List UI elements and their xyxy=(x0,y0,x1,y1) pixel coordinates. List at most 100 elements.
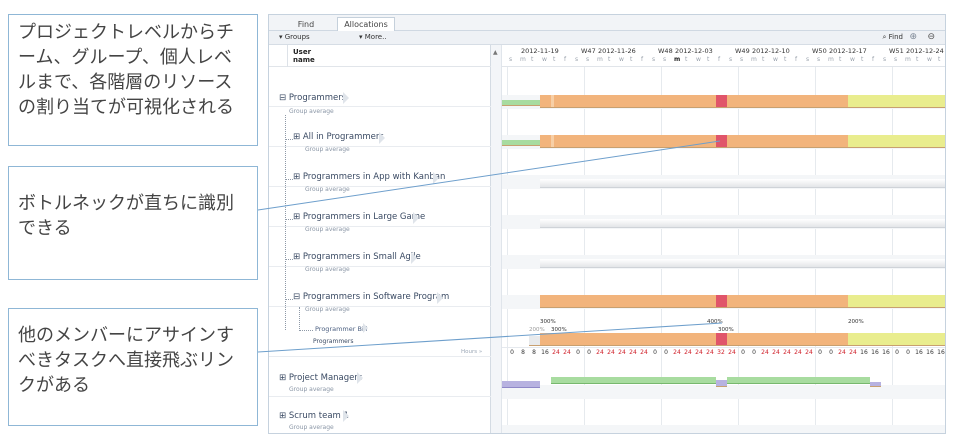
callout-bottleneck: ボトルネックが直ちに識別できる xyxy=(8,166,258,280)
tree-row-small-agile[interactable]: ⊞ Programmers in Small Agile Group avera… xyxy=(269,227,491,273)
find-button[interactable]: ⌕ Find xyxy=(883,33,904,42)
date-label: 2012-12-10 xyxy=(752,47,790,55)
zoom-out-icon[interactable]: ⊖ xyxy=(927,32,935,42)
day-letter: s xyxy=(806,56,810,63)
hours-cell: 0 xyxy=(653,349,657,356)
vertical-scrollbar[interactable]: ▲ xyxy=(491,45,502,433)
tree-row-label: ⊞ Programmers in App with Kanban xyxy=(293,172,446,182)
tab-allocations[interactable]: Allocations xyxy=(337,17,395,32)
tree-row-label: ⊞ Scrum team 1 xyxy=(279,411,349,421)
hours-cell: 24 xyxy=(629,349,637,356)
day-letter: f xyxy=(718,56,721,63)
tree-row-project-managers[interactable]: ⊞ Project Managers Group average xyxy=(269,357,491,397)
more-dropdown[interactable]: ▾ More.. xyxy=(359,33,387,41)
chevron-right-icon[interactable] xyxy=(411,252,417,264)
day-letter: t xyxy=(938,56,941,63)
hours-cell: 0 xyxy=(576,349,580,356)
hours-cell: 0 xyxy=(895,349,899,356)
tab-bar: Find Allocations xyxy=(269,15,945,32)
more-label: More.. xyxy=(364,33,387,41)
hours-cell: 16 xyxy=(882,349,890,356)
tree-row-scrum-team-1[interactable]: ⊞ Scrum team 1 Group average xyxy=(269,397,491,433)
hours-cell: 16 xyxy=(915,349,923,356)
day-letter: m xyxy=(674,56,681,63)
allocation-bar xyxy=(727,95,848,108)
empty-allocation-bar xyxy=(540,219,945,228)
chevron-right-icon[interactable] xyxy=(343,410,349,422)
date-label: 2012-12-03 xyxy=(675,47,713,55)
percent-label: 200% xyxy=(848,319,864,325)
chevron-down-icon: ▾ xyxy=(279,33,283,41)
allocation-bar xyxy=(727,295,848,308)
day-letter: f xyxy=(872,56,875,63)
chevron-right-icon[interactable] xyxy=(357,372,363,384)
tree-row-programmers[interactable]: ⊟ Programmers Group average xyxy=(269,67,491,115)
expand-icon[interactable]: ⊞ xyxy=(293,212,300,222)
hours-cell: 16 xyxy=(926,349,934,356)
day-letter: s xyxy=(883,56,887,63)
expand-icon[interactable]: ⊞ xyxy=(293,252,300,262)
hours-cell: 0 xyxy=(829,349,833,356)
day-letter: t xyxy=(630,56,633,63)
hours-cell: 24 xyxy=(761,349,769,356)
collapse-icon[interactable]: ⊟ xyxy=(279,93,286,103)
expand-icon[interactable]: ⊞ xyxy=(293,172,300,182)
hours-cell: 24 xyxy=(728,349,736,356)
hours-cell: 0 xyxy=(818,349,822,356)
expand-icon[interactable]: ⊞ xyxy=(293,132,300,142)
hours-cell: 24 xyxy=(772,349,780,356)
chevron-right-icon[interactable] xyxy=(413,212,419,224)
day-letter: m xyxy=(751,56,757,63)
day-letter: m xyxy=(828,56,834,63)
tree-row-programmer-bill[interactable]: Programmer Bill Programmers Hours » xyxy=(269,307,491,357)
day-letter: t xyxy=(531,56,534,63)
week-label: W48 xyxy=(658,47,673,55)
week-label: W49 xyxy=(735,47,750,55)
day-letter: s xyxy=(740,56,744,63)
hours-cell: 32 xyxy=(717,349,725,356)
hours-cell: 24 xyxy=(552,349,560,356)
day-letter: t xyxy=(861,56,864,63)
chevron-right-icon[interactable] xyxy=(363,323,368,333)
allocation-bar xyxy=(551,377,716,384)
callout-hierarchy: プロジェクトレベルからチーム、グループ、個人レベルまで、各階層のリソースの割り当… xyxy=(8,14,258,146)
chevron-right-icon[interactable] xyxy=(433,172,439,184)
chevron-right-icon[interactable] xyxy=(379,132,385,144)
tree-row-app-with-kanban[interactable]: ⊞ Programmers in App with Kanban Group a… xyxy=(269,147,491,193)
tab-find[interactable]: Find xyxy=(275,17,337,32)
day-letter: t xyxy=(553,56,556,63)
zoom-in-icon[interactable]: ⊕ xyxy=(909,32,917,42)
chevron-right-icon[interactable] xyxy=(343,92,349,104)
allocation-bar xyxy=(727,377,870,384)
tree-row-all-in-programmers[interactable]: ⊞ All in Programmers Group average xyxy=(269,107,491,153)
hours-cell: 16 xyxy=(860,349,868,356)
collapse-icon[interactable]: ⊟ xyxy=(293,292,300,302)
expand-icon[interactable]: ⊞ xyxy=(279,373,286,383)
week-label: W47 xyxy=(581,47,596,55)
programmer-bill-link[interactable]: Programmer Bill xyxy=(315,325,367,333)
tree-row-software-program[interactable]: ⊟ Programmers in Software Program Group … xyxy=(269,267,491,313)
hours-cell: 24 xyxy=(794,349,802,356)
day-letter: w xyxy=(773,56,778,63)
allocation-bar xyxy=(540,295,716,308)
hours-cell: 0 xyxy=(752,349,756,356)
expand-icon[interactable]: ⊞ xyxy=(279,411,286,421)
hours-cell: 0 xyxy=(587,349,591,356)
date-label: 2012-11-19 xyxy=(521,47,559,55)
allocation-marker xyxy=(551,135,554,148)
empty-allocation-bar xyxy=(540,259,945,268)
chevron-right-icon[interactable] xyxy=(437,292,443,304)
day-letter: w xyxy=(542,56,547,63)
date-label: 2012-12-17 xyxy=(829,47,867,55)
hours-cell: 24 xyxy=(695,349,703,356)
groups-dropdown[interactable]: ▾ Groups xyxy=(279,33,310,41)
scroll-up-icon[interactable]: ▲ xyxy=(493,49,498,56)
day-letter: s xyxy=(652,56,656,63)
percent-label: 400% xyxy=(707,319,723,325)
user-name-header-line1: User xyxy=(293,48,312,56)
hours-cell: 24 xyxy=(849,349,857,356)
allocations-window: Find Allocations ▾ Groups ▾ More.. ⌕ Fin… xyxy=(268,14,946,434)
tree-row-large-game[interactable]: ⊞ Programmers in Large Game Group averag… xyxy=(269,187,491,233)
allocation-bar xyxy=(870,382,881,387)
percent-label: 200% xyxy=(529,327,545,333)
